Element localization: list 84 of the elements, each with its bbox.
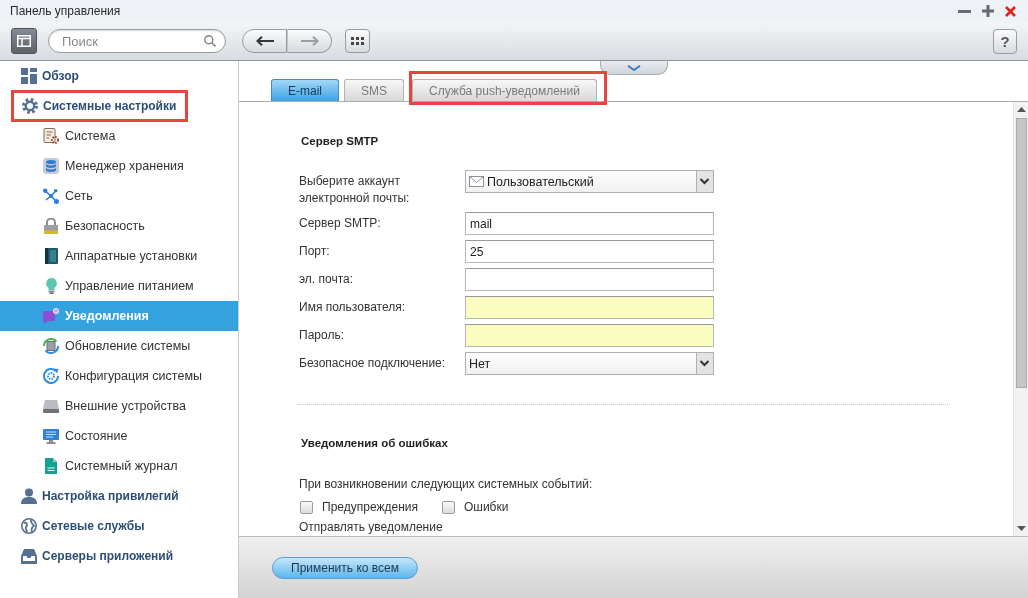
field-label: Порт: [299,243,330,260]
sidebar-item[interactable]: Внешние устройства [43,397,186,415]
window-title: Панель управления [10,4,121,18]
checkbox-label: Предупреждения [322,500,418,515]
sidebar-section[interactable]: Системные настройки [22,97,177,115]
sidebar-item[interactable]: Системный журнал [43,457,178,475]
document-icon [45,458,57,474]
prompt-text: При возникновении следующих системных событий: [299,477,593,492]
sidebar-item[interactable]: Менеджер хранения [43,157,184,175]
field-label: Сервер SMTP: [299,215,381,232]
checkbox[interactable] [300,501,313,514]
sidebar-item[interactable]: Система [43,127,116,145]
chevron-down-icon [696,353,713,374]
sidebar-section[interactable]: Серверы приложений [21,547,174,565]
panel-icon [17,35,31,47]
collapse-handle[interactable] [599,61,668,75]
book-icon [44,248,58,264]
minus-icon [958,9,971,13]
chevron-down-icon [626,64,641,71]
text-field[interactable]: mail [465,212,714,235]
apply-button[interactable]: Применить ко всем [272,557,418,579]
sidebar-section[interactable]: Обзор [21,67,79,85]
maximize-button[interactable] [982,5,994,17]
sidebar-item[interactable]: Сеть [43,187,93,205]
sidebar-section[interactable]: Сетевые службы [21,517,145,535]
scrollbar-thumb[interactable] [1015,118,1027,388]
section-heading: Уведомления об ошибках [301,436,448,451]
sidebar-item[interactable]: Конфигурация системы [43,367,202,385]
text-field[interactable] [465,296,714,319]
checkbox-label: Ошибки [463,500,509,515]
tab[interactable]: Служба push-уведомлений [412,79,597,101]
text-field[interactable] [465,268,714,291]
tab[interactable]: E-mail [271,79,339,101]
search-icon[interactable] [204,35,216,47]
field-label: Имя пользователя: [299,299,406,316]
drive-icon [43,399,59,413]
sidebar-item[interactable]: Обновление системы [43,337,191,355]
user-icon [21,488,37,504]
database-icon [43,158,59,174]
field-label: эл. почта: [299,271,354,288]
dropdown[interactable]: Пользовательский [465,170,714,193]
envelope-icon [469,176,484,187]
dropdown[interactable]: Нет [465,352,714,375]
monitor-icon [43,428,59,444]
sidebar-item[interactable]: Аппаратные установки [43,247,198,265]
close-button[interactable] [1005,5,1016,17]
section-label: Отправлять уведомление [299,520,443,534]
help-button[interactable]: ? [993,28,1017,54]
section-heading: Сервер SMTP [301,134,379,149]
globe-icon [21,518,37,534]
gear-arrow-icon [43,368,59,384]
chevron-down-icon [696,171,713,192]
dots-grid-icon [351,37,364,45]
sidebar-item[interactable]: Безопасность [43,217,145,235]
chat-bubble-icon [43,308,59,324]
field-label: Выберите аккаунт электронной почты: [299,173,411,207]
apps-button[interactable] [345,29,370,53]
minimize-button[interactable] [958,9,971,13]
text-field[interactable] [465,324,714,347]
field-label: Безопасное подключение: [299,355,446,372]
close-icon [1005,5,1016,17]
tab[interactable]: SMS [344,79,405,101]
sidebar-item[interactable]: Состояние [43,427,128,445]
padlock-icon [44,218,58,234]
grid-icon [21,68,37,84]
network-icon [43,188,59,204]
sidebar-toggle-button[interactable] [11,28,37,54]
arrow-right-icon [300,36,319,46]
checkbox[interactable] [441,501,455,514]
text-field[interactable]: 25 [465,240,714,263]
search-field[interactable]: Поиск [48,29,226,53]
scroll-up-icon[interactable] [1016,107,1026,112]
refresh-icon [43,338,59,354]
back-button[interactable] [242,29,287,53]
gear-icon [22,98,38,114]
plus-icon [982,5,994,17]
scroll-down-icon[interactable] [1016,526,1026,531]
bulb-icon [45,278,57,294]
sidebar-section[interactable]: Настройка привилегий [21,487,179,505]
sidebar-item[interactable]: Управление питанием [43,277,194,295]
arrow-left-icon [255,36,274,46]
clipboard-icon [43,128,59,144]
tray-icon [21,548,37,564]
field-label: Пароль: [299,327,344,344]
